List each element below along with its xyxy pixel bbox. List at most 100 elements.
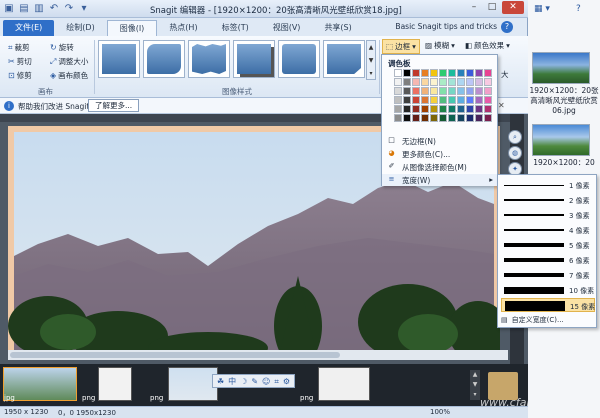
color-swatch[interactable] bbox=[475, 78, 483, 86]
color-swatch[interactable] bbox=[439, 96, 447, 104]
trim-button[interactable]: ⊡ 修剪 bbox=[8, 70, 32, 81]
color-swatch[interactable] bbox=[421, 96, 429, 104]
color-swatch[interactable] bbox=[448, 96, 456, 104]
tab-image[interactable]: 图像(I) bbox=[106, 20, 158, 36]
width-option[interactable]: 5 像素 bbox=[501, 238, 595, 252]
color-swatch[interactable] bbox=[421, 69, 429, 77]
color-swatch[interactable] bbox=[421, 114, 429, 122]
explorer-thumbnail[interactable] bbox=[532, 52, 590, 84]
tab-view[interactable]: 视图(V) bbox=[261, 20, 313, 36]
learn-more-button[interactable]: 了解更多... bbox=[88, 99, 140, 112]
color-swatch[interactable] bbox=[421, 78, 429, 86]
save-icon[interactable]: ▤ bbox=[18, 3, 30, 15]
color-swatch[interactable] bbox=[466, 105, 474, 113]
color-swatch[interactable] bbox=[457, 96, 465, 104]
horizontal-scrollbar[interactable] bbox=[8, 350, 508, 360]
color-swatch[interactable] bbox=[430, 105, 438, 113]
color-swatch[interactable] bbox=[403, 78, 411, 86]
color-swatch[interactable] bbox=[430, 78, 438, 86]
style-thumbnail[interactable] bbox=[323, 40, 365, 78]
settings-icon[interactable]: ⚙ bbox=[283, 375, 290, 387]
color-swatch[interactable] bbox=[475, 105, 483, 113]
color-swatch[interactable] bbox=[394, 105, 402, 113]
color-swatch[interactable] bbox=[403, 105, 411, 113]
color-swatch[interactable] bbox=[412, 69, 420, 77]
close-infobar-icon[interactable]: ✕ bbox=[498, 101, 505, 110]
color-swatch[interactable] bbox=[466, 96, 474, 104]
color-swatch[interactable] bbox=[448, 87, 456, 95]
color-swatch[interactable] bbox=[394, 96, 402, 104]
color-swatch[interactable] bbox=[484, 87, 492, 95]
color-swatch[interactable] bbox=[475, 114, 483, 122]
width-option[interactable]: 10 像素 bbox=[501, 283, 595, 297]
color-swatch[interactable] bbox=[412, 105, 420, 113]
undo-icon[interactable]: ↶ bbox=[48, 3, 60, 15]
pen-icon[interactable]: ✎ bbox=[251, 375, 258, 387]
maximize-button[interactable]: □ bbox=[484, 1, 500, 14]
color-swatch[interactable] bbox=[448, 78, 456, 86]
explorer-thumbnail[interactable] bbox=[532, 124, 590, 156]
color-swatch[interactable] bbox=[448, 69, 456, 77]
color-swatch[interactable] bbox=[421, 105, 429, 113]
style-thumbnail[interactable] bbox=[233, 40, 275, 78]
width-option[interactable]: 7 像素 bbox=[501, 268, 595, 282]
color-swatch[interactable] bbox=[484, 105, 492, 113]
minimize-button[interactable]: – bbox=[466, 1, 482, 14]
color-swatch[interactable] bbox=[430, 114, 438, 122]
user-icon[interactable]: ☺ bbox=[262, 375, 270, 387]
print-icon[interactable]: ▥ bbox=[33, 3, 45, 15]
color-swatch[interactable] bbox=[394, 78, 402, 86]
moon-icon[interactable]: ☽ bbox=[240, 375, 247, 387]
color-swatch[interactable] bbox=[403, 87, 411, 95]
color-swatch[interactable] bbox=[403, 69, 411, 77]
color-swatch[interactable] bbox=[457, 69, 465, 77]
border-button[interactable]: ⬚ 边框 ▾ bbox=[382, 39, 420, 54]
color-swatch[interactable] bbox=[466, 78, 474, 86]
tab-tags[interactable]: 标签(T) bbox=[210, 20, 261, 36]
edge-button[interactable]: ▨ 模糊 ▾ bbox=[422, 39, 458, 52]
width-option[interactable]: 3 像素 bbox=[501, 208, 595, 222]
no-border-item[interactable]: □ 无边框(N) bbox=[382, 135, 497, 147]
more-colors-item[interactable]: ◕ 更多颜色(C)... bbox=[382, 148, 497, 160]
zoom-icon[interactable]: ⌕ bbox=[508, 130, 522, 144]
cut-button[interactable]: ✂ 剪切 bbox=[8, 56, 32, 67]
color-swatch[interactable] bbox=[412, 96, 420, 104]
explorer-item-label[interactable]: 1920×1200：20张高清晰风光壁纸欣赏06.jpg bbox=[528, 86, 600, 116]
tray-thumbnail[interactable] bbox=[318, 367, 370, 401]
color-swatch[interactable] bbox=[484, 96, 492, 104]
color-swatch[interactable] bbox=[403, 96, 411, 104]
open-folder-icon[interactable]: ▣ bbox=[3, 3, 15, 15]
style-thumbnail[interactable] bbox=[143, 40, 185, 78]
color-swatch[interactable] bbox=[484, 114, 492, 122]
width-option[interactable]: 4 像素 bbox=[501, 223, 595, 237]
pick-color-item[interactable]: ✐ 从图像选择颜色(M) bbox=[382, 161, 497, 173]
color-swatch[interactable] bbox=[394, 87, 402, 95]
chinese-input-icon[interactable]: 中 bbox=[228, 375, 236, 387]
paw-icon[interactable]: ☘ bbox=[217, 375, 224, 387]
color-swatch[interactable] bbox=[448, 105, 456, 113]
close-button[interactable]: ✕ bbox=[502, 1, 524, 14]
color-swatch[interactable] bbox=[394, 69, 402, 77]
redo-icon[interactable]: ↷ bbox=[63, 3, 75, 15]
color-swatch[interactable] bbox=[457, 78, 465, 86]
color-swatch[interactable] bbox=[457, 105, 465, 113]
color-swatch[interactable] bbox=[412, 78, 420, 86]
color-swatch[interactable] bbox=[439, 105, 447, 113]
style-thumbnail[interactable] bbox=[98, 40, 140, 78]
color-swatch[interactable] bbox=[439, 87, 447, 95]
globe-icon[interactable]: ◍ bbox=[508, 146, 522, 160]
color-swatch[interactable] bbox=[475, 69, 483, 77]
panel-icon[interactable]: ▦ ▾ bbox=[534, 4, 554, 16]
color-swatch[interactable] bbox=[457, 114, 465, 122]
gallery-scroll[interactable]: ▲ ▼ ▾ bbox=[366, 40, 376, 80]
color-swatch[interactable] bbox=[466, 87, 474, 95]
color-swatch[interactable] bbox=[403, 114, 411, 122]
crop-button[interactable]: ⌗ 裁剪 bbox=[8, 42, 30, 53]
color-swatch[interactable] bbox=[484, 78, 492, 86]
tray-scroll[interactable]: ▲ ▼ ▾ bbox=[470, 370, 480, 400]
width-option[interactable]: 15 像素 bbox=[501, 298, 595, 312]
color-effects-button[interactable]: ◧ 颜色效果 ▾ bbox=[462, 39, 513, 52]
color-swatch[interactable] bbox=[484, 69, 492, 77]
width-option[interactable]: 1 像素 bbox=[501, 178, 595, 192]
color-swatch[interactable] bbox=[457, 87, 465, 95]
